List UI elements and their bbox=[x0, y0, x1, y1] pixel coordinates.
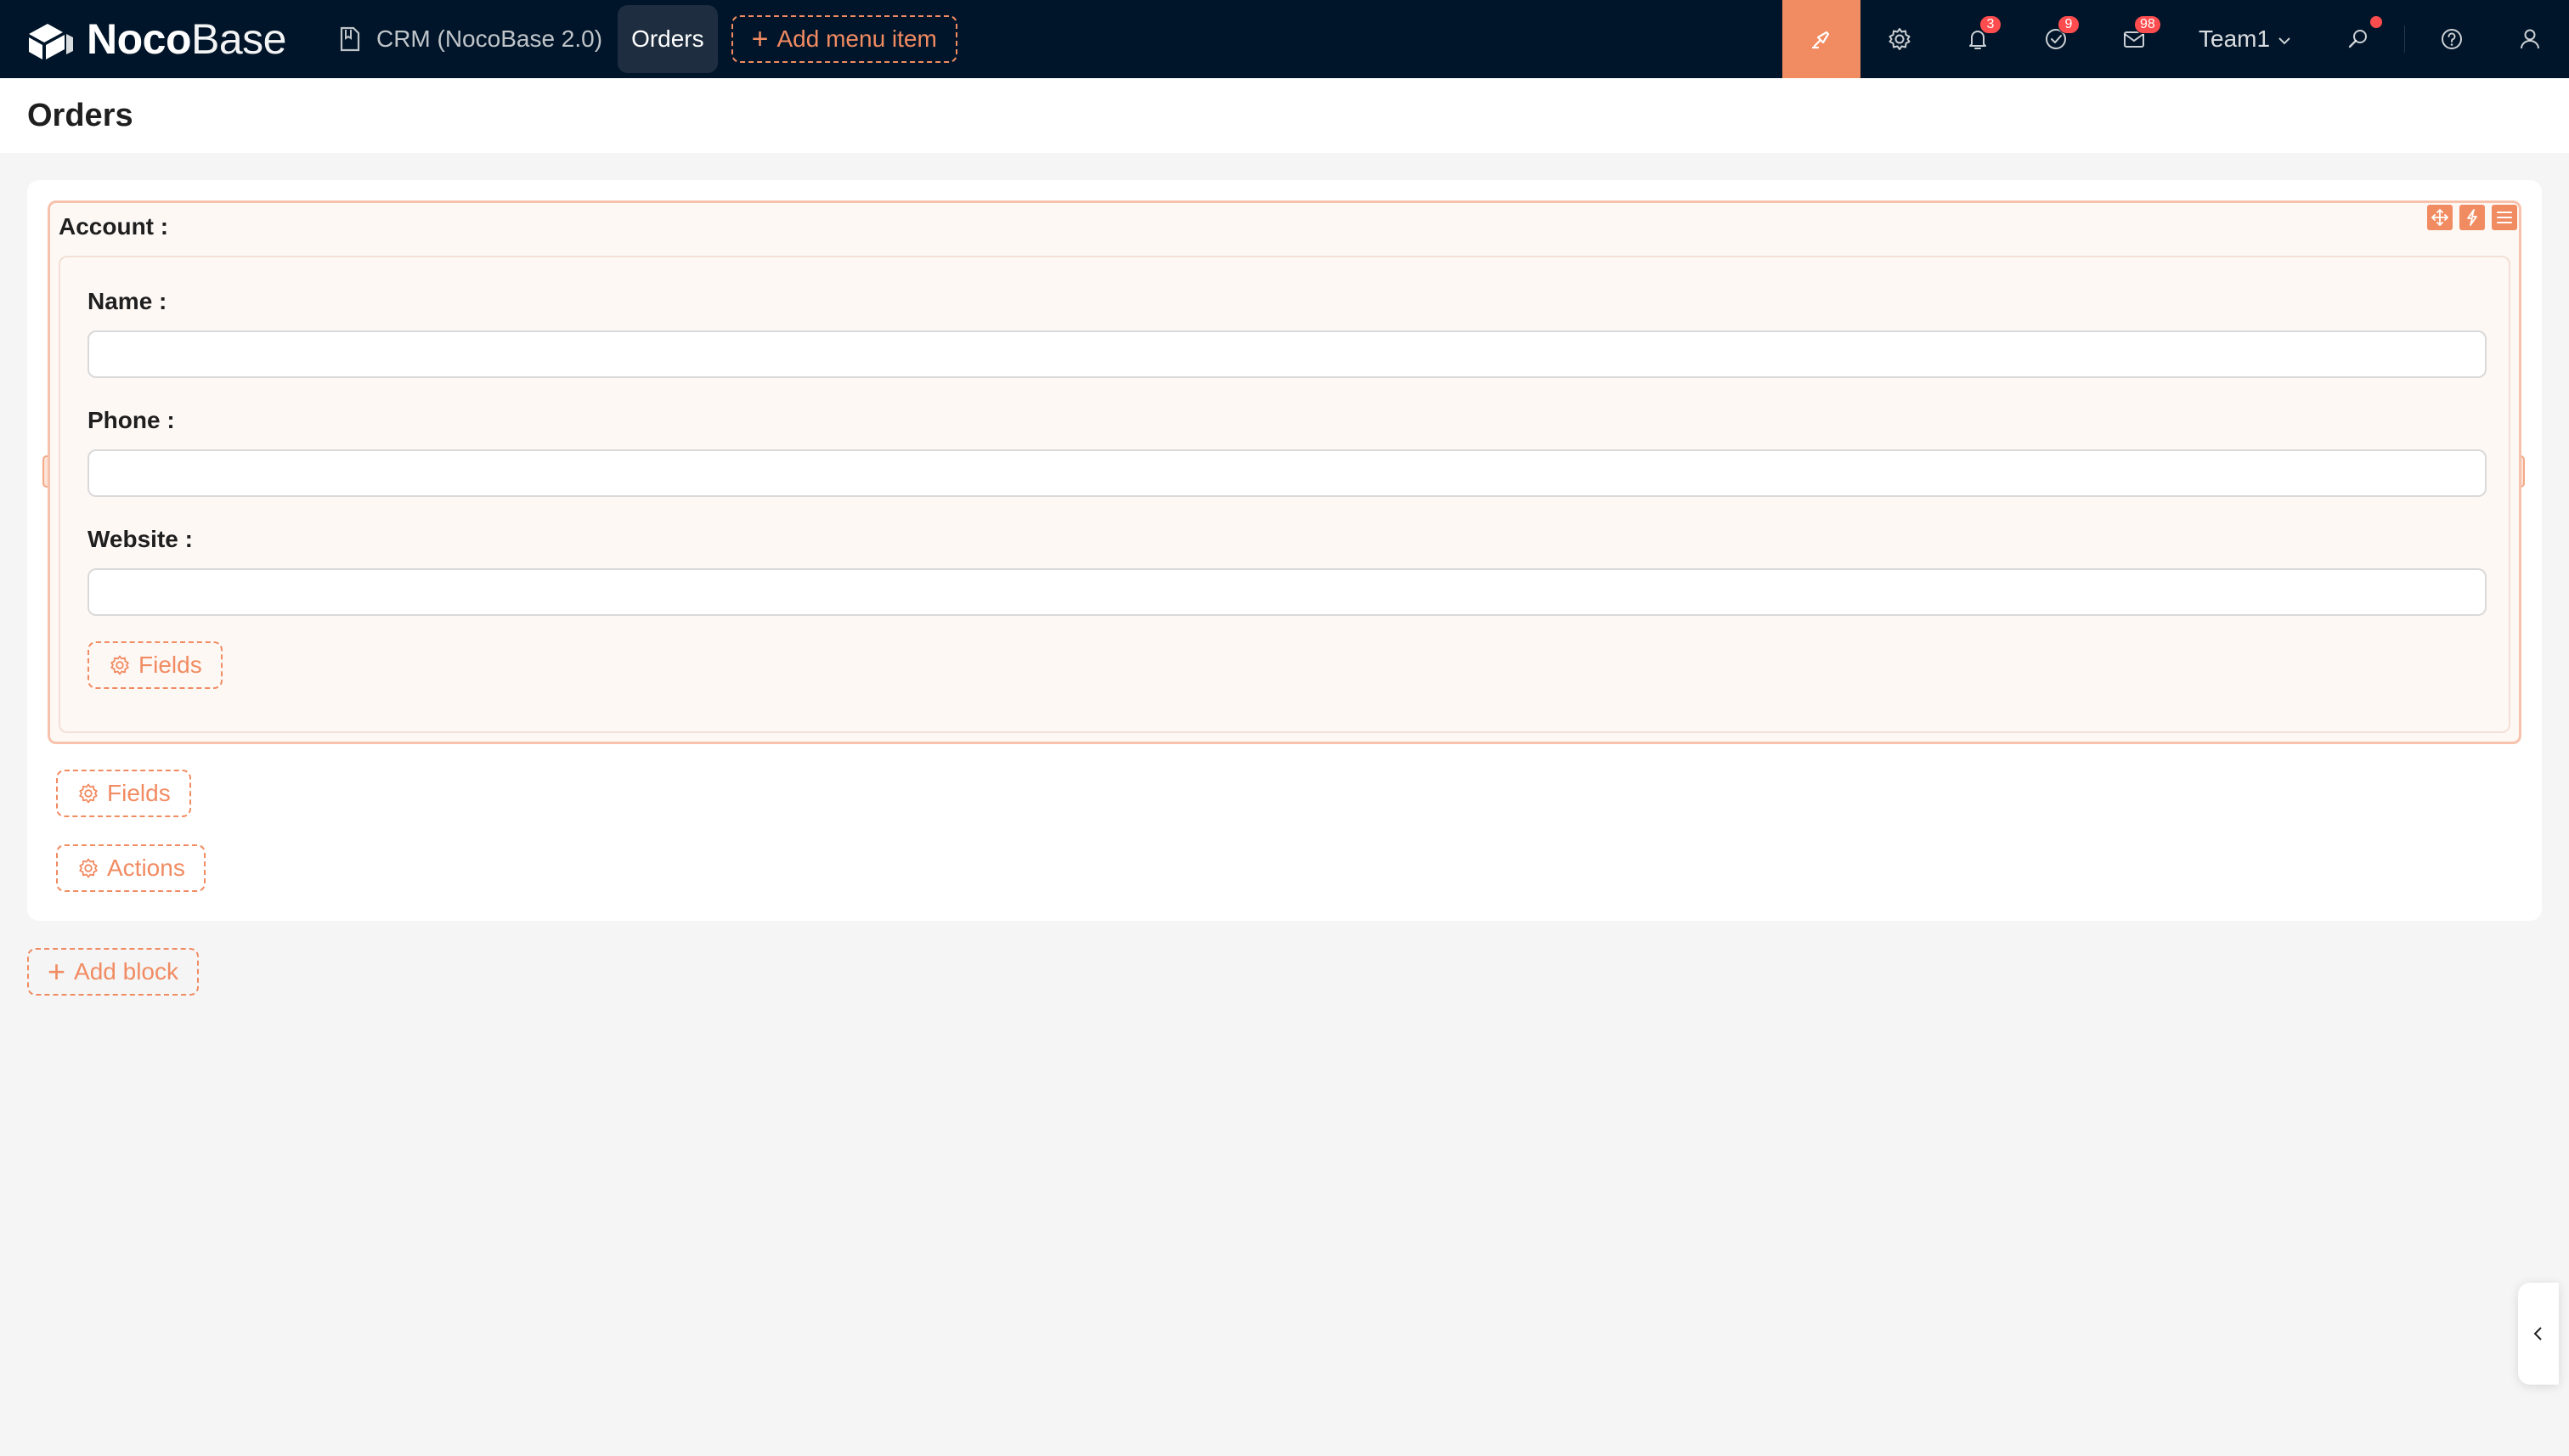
add-block-label: Add block bbox=[74, 958, 178, 985]
team-label: Team1 bbox=[2199, 25, 2271, 52]
menu-item-orders-label: Orders bbox=[631, 25, 704, 52]
nocobase-logo-icon bbox=[29, 24, 73, 59]
association-label: Account : bbox=[59, 213, 169, 240]
plus-icon: + bbox=[751, 23, 769, 55]
search-button[interactable] bbox=[2319, 0, 2397, 78]
form-actions-label: Actions bbox=[107, 855, 185, 881]
block-toolbar bbox=[2427, 205, 2517, 230]
menu-item-crm-label: CRM (NocoBase 2.0) bbox=[375, 25, 603, 52]
tasks-badge: 9 bbox=[2058, 15, 2080, 34]
menu-item-crm[interactable]: CRM (NocoBase 2.0) bbox=[325, 5, 616, 73]
association-field-account: Account : Name : Phone : Website: Field… bbox=[48, 200, 2521, 744]
team-selector[interactable]: Team1 bbox=[2199, 0, 2292, 78]
phone-input[interactable] bbox=[88, 449, 2487, 497]
menu-item-orders[interactable]: Orders bbox=[618, 5, 718, 73]
add-block-button[interactable]: + Add block bbox=[27, 948, 199, 996]
toolbar-divider bbox=[2404, 25, 2405, 53]
logo-text: NocoBase bbox=[87, 15, 286, 63]
chevron-down-icon bbox=[2278, 37, 2290, 45]
name-input[interactable] bbox=[88, 330, 2487, 378]
tasks-button[interactable]: 9 bbox=[2017, 0, 2095, 78]
field-label-name: Name : bbox=[88, 288, 167, 314]
block-settings-button[interactable] bbox=[2492, 205, 2517, 230]
settings-icon bbox=[79, 783, 98, 804]
search-notification-dot bbox=[2370, 16, 2382, 28]
chevron-left-icon bbox=[2533, 1327, 2542, 1340]
settings-icon bbox=[79, 858, 98, 878]
top-navbar: NocoBase CRM (NocoBase 2.0) Orders + Add… bbox=[0, 0, 2569, 78]
ui-editor-button[interactable] bbox=[1782, 0, 1860, 78]
help-button[interactable] bbox=[2413, 0, 2491, 78]
ui-editor-icon bbox=[1811, 31, 1830, 49]
subform-fields-button[interactable]: Fields bbox=[88, 641, 223, 689]
logo[interactable]: NocoBase bbox=[25, 0, 286, 78]
user-menu-button[interactable] bbox=[2491, 0, 2569, 78]
settings-button[interactable] bbox=[1860, 0, 1939, 78]
document-icon bbox=[340, 26, 360, 52]
search-icon bbox=[2348, 30, 2367, 48]
form-fields-label: Fields bbox=[107, 780, 171, 806]
plus-icon: + bbox=[48, 954, 66, 989]
mail-badge: 98 bbox=[2134, 15, 2161, 34]
association-subform: Name : Phone : Website : Fields bbox=[59, 256, 2510, 733]
user-icon bbox=[2521, 29, 2539, 49]
notifications-badge: 3 bbox=[1979, 15, 2002, 34]
drag-handle-button[interactable] bbox=[2427, 205, 2453, 230]
notifications-button[interactable]: 3 bbox=[1939, 0, 2017, 78]
page-title: Orders bbox=[27, 97, 133, 133]
form-fields-button[interactable]: Fields bbox=[56, 770, 191, 817]
side-panel-toggle[interactable] bbox=[2518, 1283, 2559, 1385]
page-header: Orders bbox=[0, 78, 2569, 153]
field-label-website: Website : bbox=[88, 526, 193, 552]
add-menu-item-button[interactable]: + Add menu item bbox=[731, 15, 957, 63]
linkage-rules-button[interactable] bbox=[2459, 205, 2485, 230]
menu-lines-icon bbox=[2497, 212, 2512, 223]
field-label-phone: Phone : bbox=[88, 407, 175, 433]
add-menu-item-label: Add menu item bbox=[776, 25, 937, 52]
lightning-icon bbox=[2467, 209, 2477, 226]
help-icon bbox=[2442, 29, 2462, 49]
settings-icon bbox=[110, 655, 129, 675]
form-actions-button[interactable]: Actions bbox=[56, 844, 206, 892]
mail-button[interactable]: 98 bbox=[2095, 0, 2173, 78]
drag-move-icon bbox=[2431, 209, 2448, 226]
subform-fields-label: Fields bbox=[138, 652, 202, 678]
settings-icon bbox=[1889, 28, 1911, 50]
website-input[interactable] bbox=[88, 568, 2487, 616]
form-block: Account : Name : Phone : Website: Field… bbox=[27, 180, 2542, 921]
